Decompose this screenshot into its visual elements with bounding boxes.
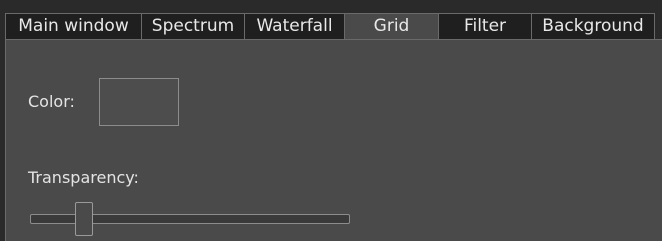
transparency-label: Transparency:	[28, 168, 139, 187]
color-label: Color:	[28, 92, 75, 111]
tab-filter[interactable]: Filter	[438, 13, 531, 40]
color-picker-button[interactable]	[99, 78, 179, 126]
tab-spectrum[interactable]: Spectrum	[141, 13, 244, 40]
transparency-slider-handle[interactable]	[75, 202, 94, 236]
tab-waterfall[interactable]: Waterfall	[244, 13, 344, 40]
tab-main-window[interactable]: Main window	[5, 13, 141, 40]
grid-settings-panel: Color: Transparency:	[5, 39, 662, 241]
settings-window: Main window Spectrum Waterfall Grid Filt…	[0, 0, 662, 241]
tab-bar: Main window Spectrum Waterfall Grid Filt…	[5, 13, 655, 41]
tab-background[interactable]: Background	[531, 13, 655, 40]
tab-grid[interactable]: Grid	[344, 13, 438, 41]
